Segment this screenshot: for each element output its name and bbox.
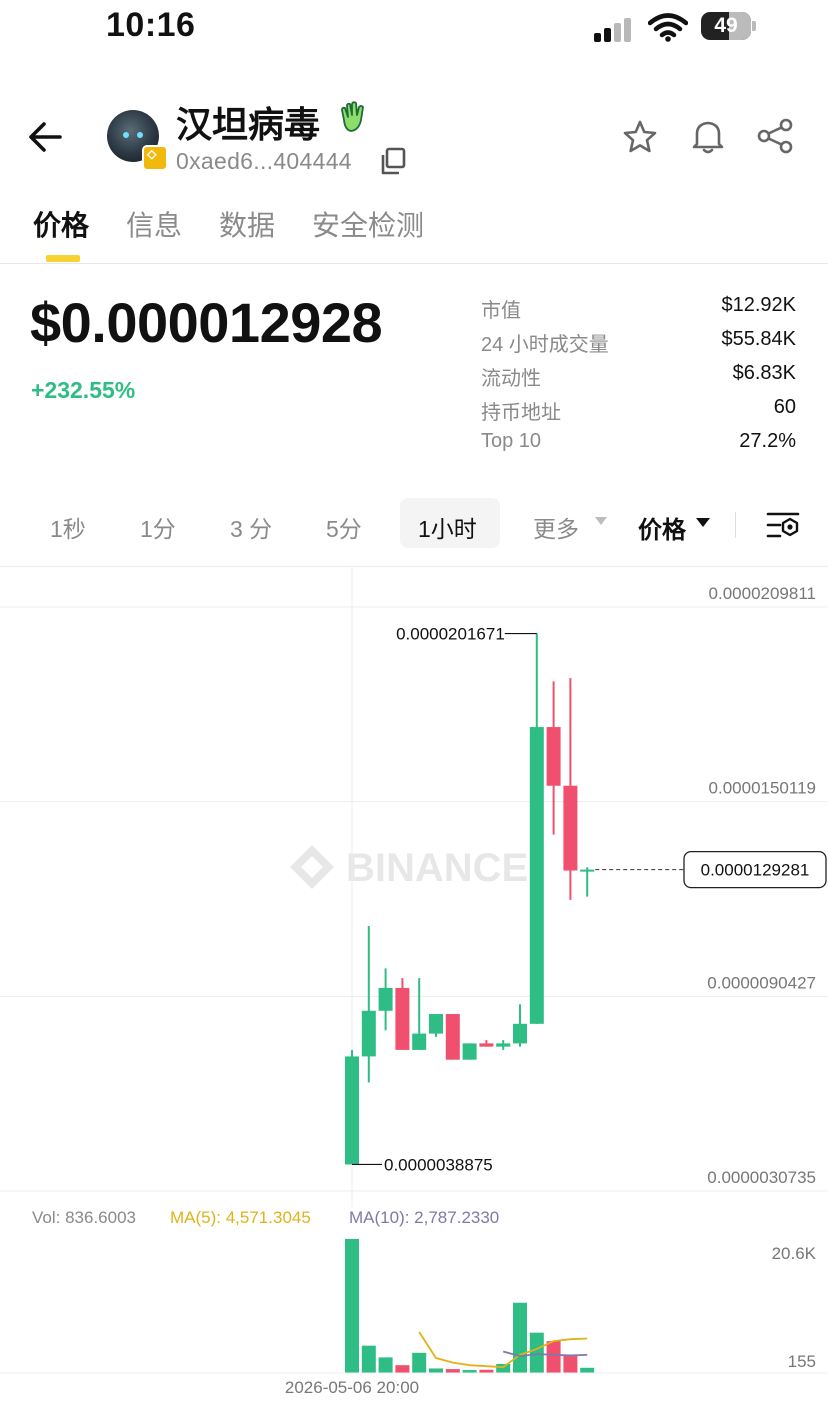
stat-label-holders: 持币地址 xyxy=(481,402,561,424)
interval-1h[interactable]: 1小时 xyxy=(418,510,477,544)
candle-body xyxy=(513,1023,527,1044)
active-tab-indicator xyxy=(46,255,80,262)
ma5-line xyxy=(418,1331,588,1369)
volume-bars-group xyxy=(345,1239,595,1373)
candlestick-chart[interactable]: BINANCE 0.0000201671 0.0000038875 0.000012… xyxy=(0,567,828,1397)
candle-body xyxy=(496,1043,511,1047)
tabs-divider xyxy=(0,263,828,264)
interval-1m[interactable]: 1分 xyxy=(140,510,176,544)
bell-icon[interactable] xyxy=(689,117,727,155)
candle-body xyxy=(546,727,561,786)
watermark-text: BINANCE xyxy=(346,846,528,890)
bnb-chain-icon xyxy=(142,145,168,171)
binance-watermark: BINANCE xyxy=(290,845,528,890)
volume-axis-labels: 20.6K 155 xyxy=(772,1244,817,1371)
ma5-value-label: MA(5): 4,571.3045 xyxy=(170,1208,311,1227)
stat-label-liquidity: 流动性 xyxy=(481,368,541,390)
stat-label-top10: Top 10 xyxy=(481,430,542,452)
token-name: 汉坦病毒 xyxy=(176,104,321,145)
tab-security-check[interactable]: 安全检测 xyxy=(312,204,424,244)
volume-value-label: Vol: 836.6003 xyxy=(32,1208,136,1227)
favorite-star-icon[interactable] xyxy=(622,119,658,155)
volume-axis-min-label: 155 xyxy=(788,1352,816,1371)
tab-price[interactable]: 价格 xyxy=(33,204,89,244)
volume-bar xyxy=(378,1357,393,1373)
candle-body xyxy=(378,987,393,1011)
volume-bar xyxy=(580,1367,595,1373)
volume-bar xyxy=(429,1368,443,1373)
annotations-group: 0.0000201671 0.0000038875 0.0000129281 xyxy=(352,625,827,1174)
volume-bar xyxy=(412,1352,427,1373)
candle-body xyxy=(445,1014,460,1060)
candles-group xyxy=(345,633,595,1165)
share-icon[interactable] xyxy=(756,118,794,154)
battery-level: 49 xyxy=(714,14,738,37)
candle-body xyxy=(345,1056,359,1165)
tab-data[interactable]: 数据 xyxy=(219,204,275,244)
y-axis-tick-label: 0.0000150119 xyxy=(709,779,816,798)
chart-settings-icon[interactable] xyxy=(766,510,800,540)
price-type-select[interactable]: 价格 xyxy=(638,510,686,545)
battery-indicator: 49 xyxy=(701,12,751,40)
volume-bar xyxy=(345,1239,359,1373)
contract-address: 0xaed6...404444 xyxy=(176,148,352,174)
cellular-signal-icon xyxy=(594,16,634,42)
volume-axis-max-label: 20.6K xyxy=(772,1244,817,1263)
volume-bar xyxy=(529,1332,544,1373)
stat-value-top10: 27.2% xyxy=(739,430,796,452)
candle-body xyxy=(479,1043,494,1047)
y-axis-tick-label: 0.0000090427 xyxy=(707,973,816,992)
y-axis-tick-label: 0.0000209811 xyxy=(709,584,816,603)
candle-body xyxy=(361,1010,376,1057)
stat-label-24h-volume: 24 小时成交量 xyxy=(481,334,609,356)
interval-more[interactable]: 更多 xyxy=(533,510,579,544)
volume-ma-lines xyxy=(418,1331,588,1369)
toolbar-separator xyxy=(735,512,736,538)
tab-info[interactable]: 信息 xyxy=(126,204,182,244)
chart-grid xyxy=(0,606,828,1192)
candle-body xyxy=(563,785,578,871)
current-price: $0.000012928 xyxy=(30,291,383,354)
price-type-caret-icon xyxy=(696,518,710,527)
x-axis-label: 2026-05-06 20:00 xyxy=(285,1378,419,1397)
volume-bar xyxy=(361,1345,376,1373)
candle-body xyxy=(395,987,410,1050)
waving-hand-icon xyxy=(341,101,364,132)
ma10-value-label: MA(10): 2,787.2330 xyxy=(349,1208,500,1227)
volume-bar xyxy=(496,1363,511,1373)
battery-nub xyxy=(752,21,756,31)
price-change-percent: +232.55% xyxy=(31,377,136,403)
stat-value-holders: 60 xyxy=(773,396,796,418)
interval-1s[interactable]: 1秒 xyxy=(50,510,86,544)
current-price-label: 0.0000129281 xyxy=(701,861,810,880)
stat-value-liquidity: $6.83K xyxy=(732,362,796,384)
candle-body xyxy=(462,1043,477,1060)
volume-bar xyxy=(513,1302,527,1373)
volume-bar xyxy=(546,1341,561,1373)
candle-body xyxy=(529,727,544,1024)
interval-3m[interactable]: 3 分 xyxy=(230,510,272,544)
volume-bar xyxy=(563,1356,578,1373)
stat-value-24h-volume: $55.84K xyxy=(721,328,796,350)
wifi-icon xyxy=(648,13,688,42)
candle-body xyxy=(580,869,595,872)
status-time: 10:16 xyxy=(106,6,196,44)
volume-bar xyxy=(445,1369,460,1373)
more-caret-icon xyxy=(595,517,607,525)
candle-body xyxy=(429,1014,443,1034)
high-price-label: 0.0000201671 xyxy=(396,625,505,644)
stat-label-market-cap: 市值 xyxy=(481,300,521,322)
copy-icon[interactable] xyxy=(378,146,408,176)
interval-5m[interactable]: 5分 xyxy=(326,510,362,544)
candle-body xyxy=(412,1033,427,1050)
back-arrow-icon[interactable] xyxy=(26,117,66,157)
volume-bar xyxy=(395,1365,410,1373)
y-axis-tick-label: 0.0000030735 xyxy=(707,1168,816,1187)
stat-value-market-cap: $12.92K xyxy=(721,294,796,316)
low-price-label: 0.0000038875 xyxy=(384,1155,493,1174)
